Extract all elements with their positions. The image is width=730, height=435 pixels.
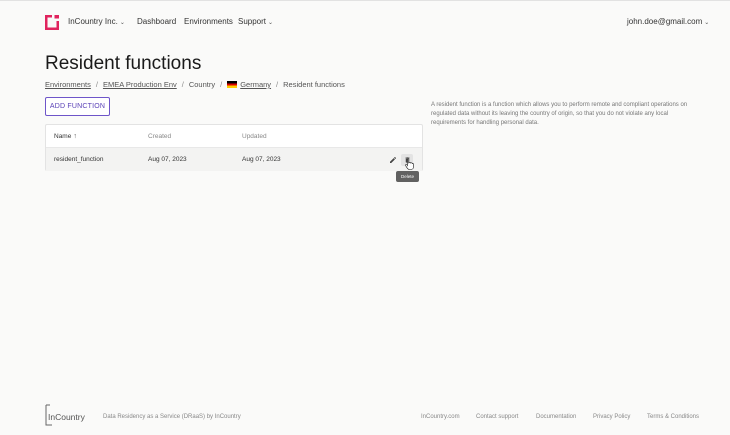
column-header-created: Created — [148, 133, 172, 140]
page-title: Resident functions — [45, 53, 202, 74]
org-selector[interactable]: InCountry Inc. ⌄ — [68, 17, 125, 26]
nav-dashboard[interactable]: Dashboard — [137, 17, 176, 26]
user-email: john.doe@gmail.com — [627, 17, 703, 26]
footer-link-incountry[interactable]: InCountry.com — [421, 414, 460, 420]
user-menu[interactable]: john.doe@gmail.com ⌄ — [627, 17, 709, 26]
edit-icon — [390, 156, 397, 163]
table-header: Name ↑ Created Updated — [46, 125, 422, 148]
add-function-button[interactable]: ADD FUNCTION — [45, 97, 110, 116]
footer-link-contact-support[interactable]: Contact support — [476, 414, 518, 420]
nav-support-label: Support — [238, 17, 267, 26]
breadcrumb-separator: / — [220, 80, 223, 89]
row-created: Aug 07, 2023 — [148, 156, 187, 163]
breadcrumb: Environments / EMEA Production Env / Cou… — [45, 80, 345, 89]
breadcrumb-germany[interactable]: Germany — [240, 80, 271, 89]
functions-table: Name ↑ Created Updated resident_function … — [45, 124, 423, 171]
edit-button[interactable] — [387, 154, 399, 166]
footer-link-privacy-policy[interactable]: Privacy Policy — [593, 414, 630, 420]
nav-support[interactable]: Support ⌄ — [238, 17, 273, 26]
incountry-logo-icon[interactable] — [45, 15, 59, 30]
row-updated: Aug 07, 2023 — [242, 156, 281, 163]
breadcrumb-environment[interactable]: EMEA Production Env — [103, 80, 177, 89]
delete-tooltip: Delete — [396, 171, 419, 182]
column-header-name[interactable]: Name ↑ — [54, 133, 77, 140]
breadcrumb-country: Country — [188, 80, 216, 89]
column-header-name-label: Name — [54, 133, 72, 140]
breadcrumb-separator: / — [95, 80, 98, 89]
hand-cursor-icon — [405, 158, 414, 170]
germany-flag-icon — [227, 81, 238, 88]
column-header-updated: Updated — [242, 133, 267, 140]
footer-logo-text: InCountry — [48, 412, 86, 422]
breadcrumb-separator: / — [276, 80, 279, 89]
footer-link-documentation[interactable]: Documentation — [536, 414, 576, 420]
footer-link-terms[interactable]: Terms & Conditions — [647, 414, 699, 420]
breadcrumb-current: Resident functions — [283, 80, 345, 89]
top-bar: InCountry Inc. ⌄ Dashboard Environments S… — [0, 0, 730, 46]
nav-environments[interactable]: Environments — [184, 17, 233, 26]
chevron-down-icon: ⌄ — [119, 20, 125, 26]
breadcrumb-separator: / — [181, 80, 184, 89]
table-row[interactable]: resident_function Aug 07, 2023 Aug 07, 2… — [46, 148, 422, 171]
chevron-down-icon: ⌄ — [268, 20, 274, 26]
arrow-up-icon: ↑ — [73, 133, 77, 140]
org-name: InCountry Inc. — [68, 17, 118, 26]
resident-functions-description: A resident function is a function which … — [431, 102, 688, 126]
row-name: resident_function — [54, 156, 104, 163]
incountry-footer-logo[interactable]: InCountry — [45, 404, 89, 426]
breadcrumb-environments[interactable]: Environments — [45, 80, 91, 89]
chevron-down-icon: ⌄ — [704, 20, 710, 26]
footer-tagline: Data Residency as a Service (DRaaS) by I… — [103, 414, 241, 420]
